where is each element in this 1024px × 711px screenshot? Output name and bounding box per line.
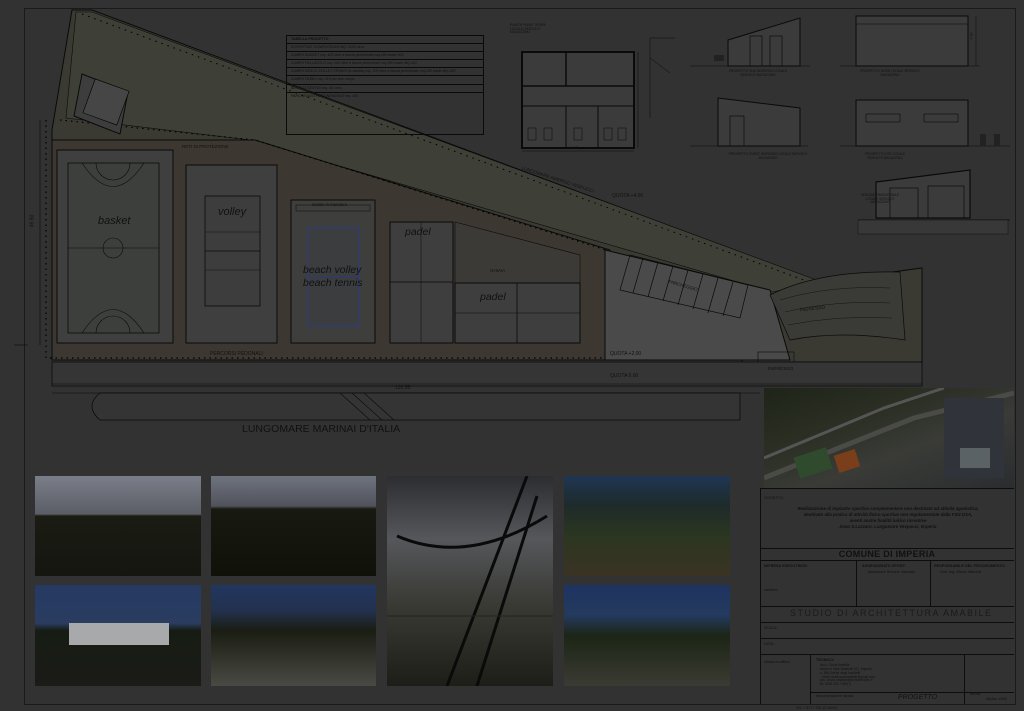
comune-label: COMUNE DI IMPERIA (838, 549, 936, 559)
sezione-label: SEZIONE TRASVERSALE LOCALE SERVIZI E MAG… (860, 193, 900, 205)
data-label: DATA: (764, 642, 775, 646)
project-table-row: TABELLA PROGETTO (287, 36, 483, 45)
lungomare-label: LUNGOMARE MARINAI D'ITALIA (242, 423, 401, 435)
studio-label: STUDIO DI ARCHITETTURA AMABILE (790, 608, 993, 618)
plan-dim-total: 9.60 (570, 145, 578, 150)
quota-0-label: QUOTA 0.00 (610, 373, 639, 379)
drawing-sheet: basket volley beach volley beach tennis … (0, 0, 1024, 711)
project-table-row: CAMPO PADEL mq. 210 per due campi (287, 76, 483, 85)
scala-label: SCALA: (764, 626, 778, 630)
tecnico-label: TECNICO: (816, 658, 835, 662)
reti-label: RETI DI PROTEZIONE (182, 144, 229, 149)
ingresso-label-road: INGRESSO (768, 367, 794, 372)
padel-court-1 (389, 221, 454, 344)
impresa-label: IMPRESA ESECUTRICE: (764, 564, 808, 568)
quota-2-label: QUOTA +2.00 (610, 351, 642, 357)
aerial-photo (764, 388, 1014, 488)
dim-height-label: 49.50 (29, 214, 36, 228)
site-photo-2 (211, 476, 376, 576)
site-photo-7 (564, 585, 730, 686)
prospetto-sud-label: PROSPETTO SUD INGRESSO LOCALE SERVIZI E … (728, 69, 788, 77)
sedute-label: sedute in muratura (312, 202, 347, 207)
site-photo-6 (211, 585, 376, 686)
tavola-label: tavola: (970, 692, 982, 696)
road (51, 361, 923, 387)
site-photo-1 (35, 476, 201, 576)
oggetto-text: Realizzazione di impianto sportivo compl… (764, 506, 1012, 530)
project-table-row: SUPERFICIE COMPLESSIVA MQ. 3230 circa (287, 44, 483, 53)
prospetto-ovest-label: PROSPETTO OVEST INGRESSO LOCALE SERVIZI … (728, 152, 808, 160)
project-table-row: CAMPO PALLAVOLO mq. 162 oltre a fascia p… (287, 60, 483, 69)
tecnico-details: Arch. Cinzia Amabile studio in Viale Matt… (820, 663, 875, 687)
site-photo-3 (387, 476, 553, 686)
quota-4-label: QUOTA +4.00 (612, 193, 644, 199)
oggetto-label: OGGETTO: (764, 496, 784, 500)
ultima-label: ultima modifica: (764, 660, 791, 664)
assessorato-name: Assessore Simone Vassallo (868, 570, 915, 574)
elevations (690, 15, 1010, 235)
percorsi-label: PERCORSI PEDONALI (210, 351, 263, 357)
dim-length-label: 120.55 (395, 385, 411, 391)
prospetto-est-label: PROSPETTO EST LOCALE SERVIZI E MAGAZZINO (864, 152, 906, 160)
beach-tennis-label: beach tennis (303, 277, 363, 289)
site-photo-5 (35, 585, 201, 686)
denominazione-label: denominazione tavola: (816, 694, 854, 698)
plan-title: PIANTA PIANO TERRA LOCALE SERVIZI E MAGA… (510, 23, 546, 35)
floor-plan (521, 37, 675, 152)
project-table-row: PARCHEGGIO PERTINENZIALE mq. 400 (291, 93, 359, 98)
project-table: TABELLA PROGETTO SUPERFICIE COMPLESSIVA M… (286, 35, 484, 135)
project-table-row: BLOCCO SERVIZI mq. 56 circa (287, 85, 483, 93)
project-table-row: CAMPO BEACH VOLLEY-TENNIS (in sabbia) mq… (287, 68, 483, 77)
padel-label-1: padel (405, 226, 431, 238)
progetto-label: PROGETTO (898, 694, 938, 701)
responsabile-label: RESPONSABILE DEL PROCEDIMENTO: (934, 564, 1006, 568)
tecnico-line: tel. 0183 293 7 590(?) (820, 682, 852, 687)
height-dim: 4.00 (969, 32, 974, 40)
basket-label: basket (98, 215, 131, 227)
padel-label-2: padel (480, 291, 506, 303)
beach-volley-label: beach volley (303, 264, 362, 276)
volley-label: volley (218, 206, 247, 218)
assessorato-label: ASSESSORATO SPORT: (862, 564, 906, 568)
cantiere-label: cantiere: (764, 588, 779, 592)
software-label: Allplan 2020 (986, 697, 1007, 701)
site-photo-4 (564, 476, 730, 576)
oggetto-line: Zona S.Lazzaro, Lungomare Vespucci, Impe… (839, 523, 937, 529)
ghiaia-label: GHIAIA (490, 268, 506, 273)
hd-label: H/L = 577 / 931 (0.46m²) (796, 706, 838, 710)
sidewalk-island (91, 392, 741, 421)
title-block: OGGETTO: Realizzazione di impianto sport… (760, 488, 1014, 710)
prospetto-nord-label: PROSPETTO NORD LOCALE SERVIZI E MAGAZZIN… (860, 69, 920, 77)
project-table-row: CAMPO BASKET mq. 420 oltre a fascia peri… (287, 52, 483, 61)
responsabile-name: Dott. Ing. Marco Marcelli (940, 570, 982, 574)
